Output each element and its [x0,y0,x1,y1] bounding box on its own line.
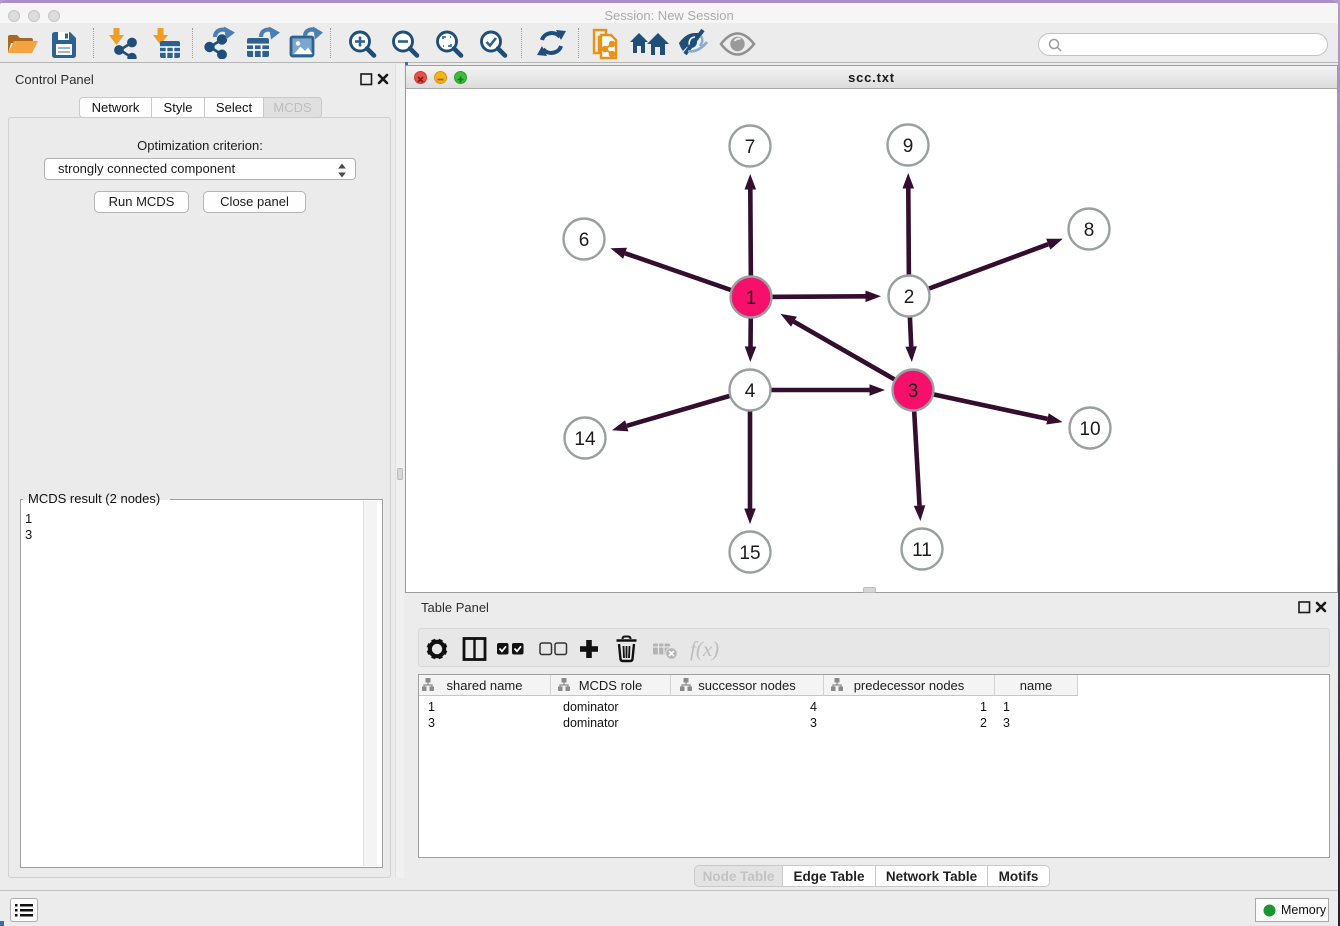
svg-text:11: 11 [912,540,932,561]
svg-text:7: 7 [745,137,756,158]
svg-text:15: 15 [739,543,760,564]
svg-text:14: 14 [574,429,596,450]
svg-text:f(x): f(x) [690,637,719,661]
svg-text:4: 4 [745,381,756,402]
svg-text:9: 9 [903,136,914,157]
svg-text:6: 6 [579,230,590,251]
svg-text:8: 8 [1084,220,1095,241]
svg-text:10: 10 [1079,419,1100,440]
svg-text:1: 1 [746,288,757,309]
svg-text:2: 2 [904,287,915,308]
svg-text:3: 3 [908,381,919,402]
